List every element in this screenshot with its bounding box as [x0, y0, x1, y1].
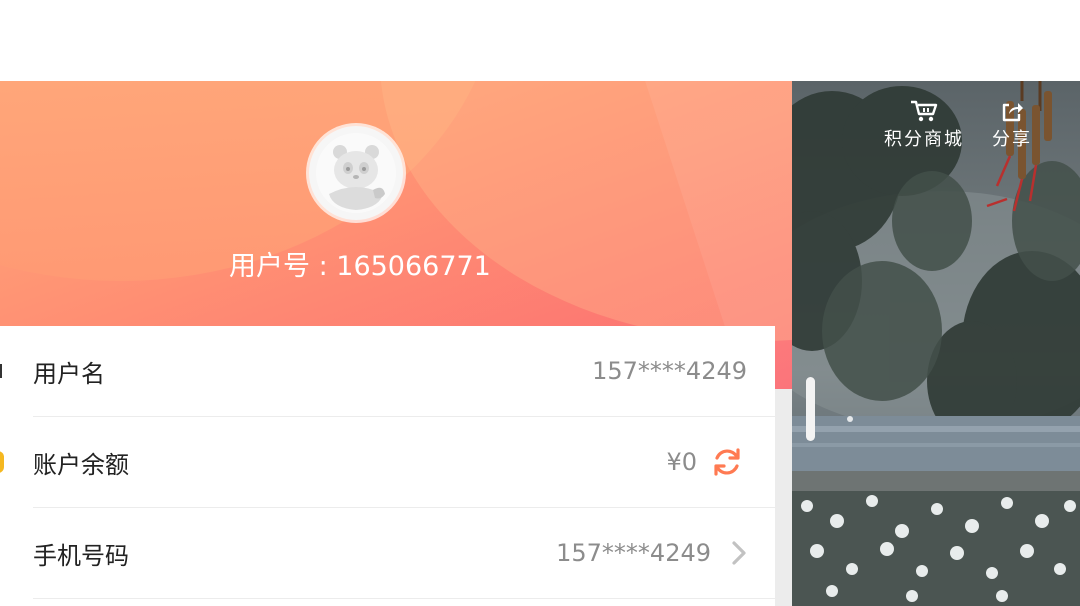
account-info-list: 用户名 157****4249 账户余额 ¥0 手机号码 157****4249 [0, 326, 775, 606]
row-edge-mark [0, 364, 2, 378]
coin-edge-icon [0, 451, 4, 473]
balance-label: 账户余额 [33, 450, 129, 479]
list-item-phone[interactable]: 手机号码 157****4249 [0, 508, 775, 598]
account-panel: 用户号 : 165066771 用户名 157****4249 账户余额 ¥0 … [0, 81, 792, 606]
username-label: 用户名 [33, 359, 105, 388]
share-icon [1002, 103, 1023, 122]
forest-background-image [792, 81, 1080, 606]
phone-value: 157****4249 [556, 539, 711, 567]
divider [33, 598, 775, 599]
share-button[interactable]: 分享 [992, 99, 1032, 151]
points-mall-label: 积分商城 [884, 129, 964, 150]
chevron-right-icon [732, 541, 746, 565]
share-label: 分享 [992, 129, 1032, 150]
list-item-balance[interactable]: 账户余额 ¥0 [0, 417, 775, 507]
points-mall-button[interactable]: 积分商城 [884, 99, 964, 151]
user-id-label: 用户号 : 165066771 [229, 251, 491, 282]
phone-label: 手机号码 [33, 541, 129, 570]
panda-avatar-icon [316, 133, 396, 213]
avatar[interactable] [309, 126, 403, 220]
game-scene[interactable]: 积分商城 分享 [792, 81, 1080, 606]
list-item-username[interactable]: 用户名 157****4249 [0, 326, 775, 416]
refresh-icon[interactable] [710, 445, 744, 479]
scroll-handle[interactable] [806, 377, 815, 441]
cart-icon [911, 100, 938, 122]
username-value: 157****4249 [592, 357, 747, 385]
balance-value: ¥0 [666, 448, 697, 476]
